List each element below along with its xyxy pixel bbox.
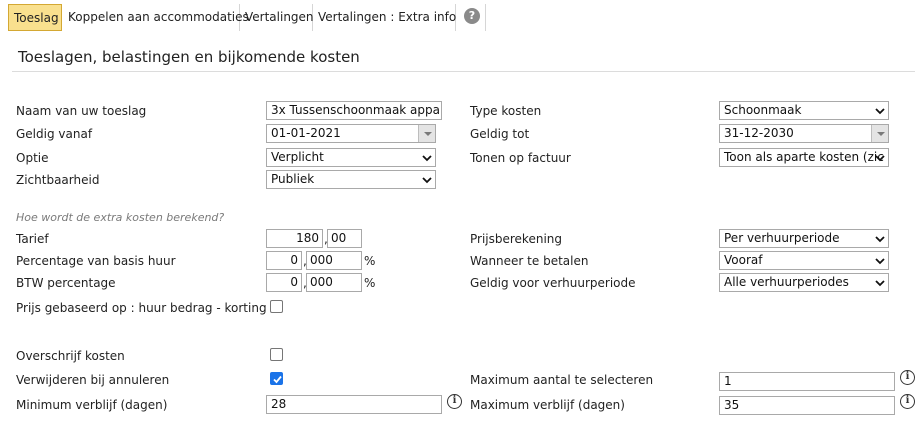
percent-unit: % [364, 254, 376, 268]
max-aantal-input[interactable]: 1 [719, 372, 895, 391]
calculation-section-note: Hoe wordt de extra kosten berekend? [16, 211, 225, 224]
prijsberekening-value: Per verhuurperiode [724, 231, 840, 245]
percent-unit: % [364, 276, 376, 290]
tonen-op-factuur-label: Tonen op factuur [470, 151, 571, 165]
percentage-basis-decimal-input[interactable]: 000 [306, 251, 362, 270]
info-icon[interactable]: i [447, 394, 462, 409]
chevron-down-icon [875, 108, 885, 115]
question-circle-icon[interactable]: ? [464, 8, 480, 24]
percentage-basis-integer-input[interactable]: 0 [266, 251, 302, 270]
percentage-basis-label: Percentage van basis huur [16, 254, 176, 268]
min-verblijf-label: Minimum verblijf (dagen) [16, 398, 168, 412]
date-dropdown-icon[interactable] [418, 125, 435, 142]
geldig-vanaf-value: 01-01-2021 [271, 126, 341, 140]
tab-vertalingen-extra-info[interactable]: Vertalingen : Extra info [313, 4, 456, 31]
wanneer-betalen-value: Vooraf [724, 253, 763, 267]
btw-integer-input[interactable]: 0 [266, 273, 302, 292]
zichtbaarheid-select[interactable]: Publiek [266, 170, 436, 189]
geldig-vanaf-label: Geldig vanaf [16, 127, 93, 141]
type-kosten-select[interactable]: Schoonmaak [719, 101, 889, 120]
tonen-op-factuur-value: Toon als aparte kosten (zic [724, 150, 884, 164]
chevron-down-icon [875, 280, 885, 287]
max-verblijf-label: Maximum verblijf (dagen) [470, 398, 625, 412]
type-kosten-label: Type kosten [470, 104, 542, 118]
prijs-gebaseerd-checkbox[interactable] [270, 300, 283, 313]
geldig-tot-label: Geldig tot [470, 127, 530, 141]
tonen-op-factuur-select[interactable]: Toon als aparte kosten (zic [719, 148, 889, 167]
wanneer-betalen-select[interactable]: Vooraf [719, 251, 889, 270]
chevron-down-icon [875, 258, 885, 265]
tab-koppelen-aan-accommodaties[interactable]: Koppelen aan accommodaties [63, 4, 249, 31]
overschrijf-label: Overschrijf kosten [16, 349, 125, 363]
divider [12, 71, 915, 72]
max-aantal-label: Maximum aantal te selecteren [470, 373, 654, 387]
zichtbaarheid-label: Zichtbaarheid [16, 173, 100, 187]
tarief-decimal-input[interactable]: 00 [327, 229, 362, 248]
overschrijf-checkbox[interactable] [270, 348, 283, 361]
btw-label: BTW percentage [16, 276, 116, 290]
max-verblijf-input[interactable]: 35 [719, 396, 895, 415]
optie-label: Optie [16, 151, 49, 165]
geldig-voor-periode-label: Geldig voor verhuurperiode [470, 276, 636, 290]
chevron-down-icon [422, 177, 432, 184]
tarief-integer-input[interactable]: 180 [266, 229, 323, 248]
info-icon[interactable]: i [900, 394, 915, 409]
prijsberekening-select[interactable]: Per verhuurperiode [719, 229, 889, 248]
toeslag-name-input[interactable]: 3x Tussenschoonmaak apparte [266, 101, 442, 120]
tab-toeslag[interactable]: Toeslag [8, 4, 62, 31]
zichtbaarheid-value: Publiek [271, 172, 315, 186]
tarief-label: Tarief [16, 232, 49, 246]
wanneer-betalen-label: Wanneer te betalen [470, 254, 589, 268]
chevron-down-icon [875, 155, 885, 162]
info-icon[interactable]: i [900, 370, 915, 385]
type-kosten-value: Schoonmaak [724, 103, 802, 117]
page-title: Toeslagen, belastingen en bijkomende kos… [18, 48, 360, 66]
optie-value: Verplicht [271, 150, 324, 164]
min-verblijf-input[interactable]: 28 [266, 395, 442, 414]
date-dropdown-icon[interactable] [871, 125, 888, 142]
tab-divider [485, 4, 486, 31]
verwijderen-checkbox[interactable] [270, 372, 283, 385]
prijsberekening-label: Prijsberekening [470, 232, 562, 246]
geldig-vanaf-date-input[interactable]: 01-01-2021 [266, 124, 436, 143]
geldig-tot-date-input[interactable]: 31-12-2030 [719, 124, 889, 143]
tab-vertalingen[interactable]: Vertalingen [240, 4, 314, 31]
chevron-down-icon [422, 155, 432, 162]
geldig-tot-value: 31-12-2030 [724, 126, 794, 140]
prijs-gebaseerd-label: Prijs gebaseerd op : huur bedrag - korti… [16, 301, 267, 315]
checkmark-icon [273, 375, 282, 384]
optie-select[interactable]: Verplicht [266, 148, 436, 167]
btw-decimal-input[interactable]: 000 [306, 273, 362, 292]
name-label: Naam van uw toeslag [16, 104, 147, 118]
verwijderen-label: Verwijderen bij annuleren [16, 373, 170, 387]
chevron-down-icon [875, 236, 885, 243]
geldig-voor-periode-value: Alle verhuurperiodes [724, 275, 849, 289]
geldig-voor-periode-select[interactable]: Alle verhuurperiodes [719, 273, 889, 292]
